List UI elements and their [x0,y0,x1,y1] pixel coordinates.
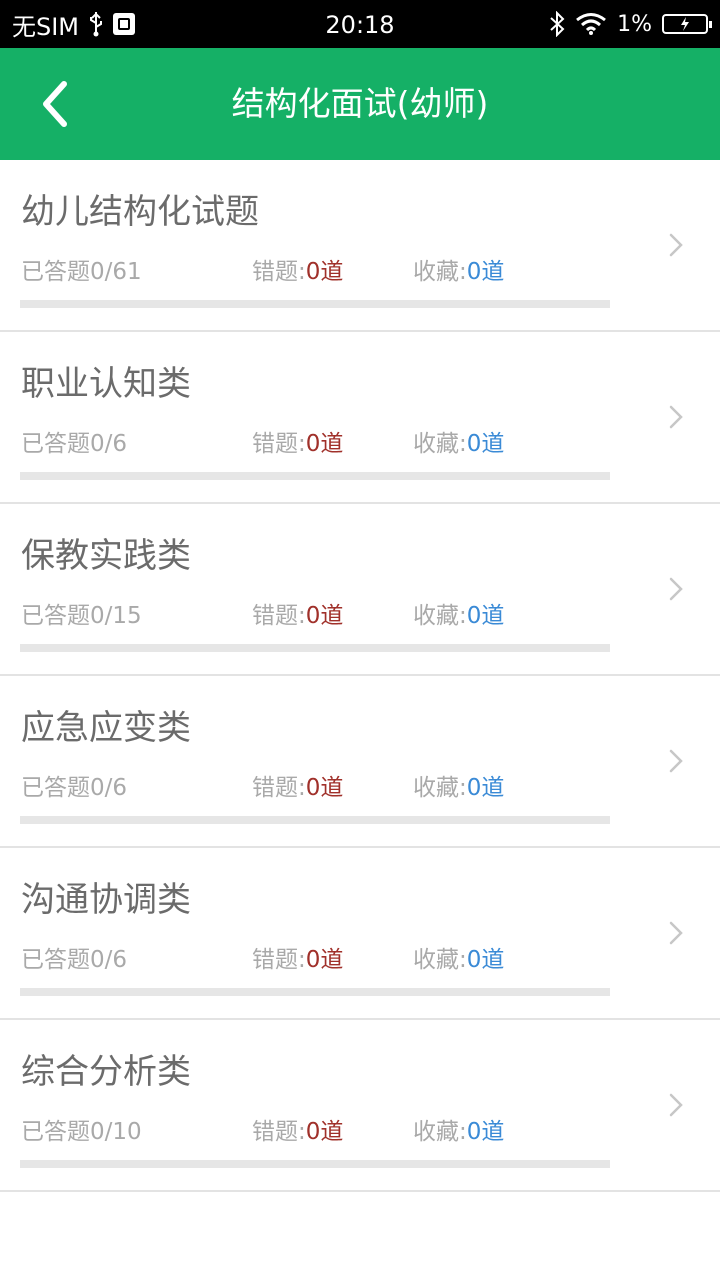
answered-count: 已答题0/6 [21,431,128,457]
item-stats: 已答题0/6 错题:0道 收藏:0道 [21,768,621,801]
chevron-right-icon [669,921,683,945]
progress-bar [20,816,610,824]
category-list: 幼儿结构化试题 已答题0/61 错题:0道 收藏:0道 职业认知类 已答题0/6… [0,160,720,1192]
chevron-right-icon [669,233,683,257]
progress-bar [20,1160,610,1168]
status-right: 1% [549,0,712,48]
answered-count: 已答题0/6 [21,947,128,973]
progress-bar [20,644,610,652]
item-stats: 已答题0/61 错题:0道 收藏:0道 [21,252,621,285]
answered-count: 已答题0/10 [21,1119,142,1145]
wrong-count: 错题:0道 [252,947,344,973]
list-item[interactable]: 职业认知类 已答题0/6 错题:0道 收藏:0道 [0,332,720,504]
list-item[interactable]: 保教实践类 已答题0/15 错题:0道 收藏:0道 [0,504,720,676]
status-bar: 无SIM 20:18 1% [0,0,720,48]
wrong-count: 错题:0道 [252,431,344,457]
item-title: 沟通协调类 [21,880,191,920]
chevron-right-icon [669,405,683,429]
item-stats: 已答题0/10 错题:0道 收藏:0道 [21,1112,621,1145]
item-title: 保教实践类 [21,536,191,576]
progress-bar [20,300,610,308]
item-title: 应急应变类 [21,708,191,748]
chevron-right-icon [669,749,683,773]
item-title: 综合分析类 [21,1052,191,1092]
item-stats: 已答题0/15 错题:0道 收藏:0道 [21,596,621,629]
wrong-count: 错题:0道 [252,259,344,285]
battery-percent: 1% [617,11,652,37]
favorite-count: 收藏:0道 [413,947,505,973]
progress-bar [20,472,610,480]
wrong-count: 错题:0道 [252,1119,344,1145]
list-item[interactable]: 综合分析类 已答题0/10 错题:0道 收藏:0道 [0,1020,720,1192]
favorite-count: 收藏:0道 [413,1119,505,1145]
favorite-count: 收藏:0道 [413,431,505,457]
item-stats: 已答题0/6 错题:0道 收藏:0道 [21,424,621,457]
progress-bar [20,988,610,996]
page-title: 结构化面试(幼师) [231,84,489,123]
list-item[interactable]: 应急应变类 已答题0/6 错题:0道 收藏:0道 [0,676,720,848]
list-item[interactable]: 沟通协调类 已答题0/6 错题:0道 收藏:0道 [0,848,720,1020]
answered-count: 已答题0/6 [21,775,128,801]
item-stats: 已答题0/6 错题:0道 收藏:0道 [21,940,621,973]
item-title: 幼儿结构化试题 [21,192,259,232]
answered-count: 已答题0/61 [21,259,142,285]
item-title: 职业认知类 [21,364,191,404]
bluetooth-icon [550,11,565,37]
wrong-count: 错题:0道 [252,775,344,801]
list-item[interactable]: 幼儿结构化试题 已答题0/61 错题:0道 收藏:0道 [0,160,720,332]
battery-icon [662,14,712,34]
answered-count: 已答题0/15 [21,603,142,629]
wrong-count: 错题:0道 [252,603,344,629]
wifi-icon [576,13,607,35]
favorite-count: 收藏:0道 [413,259,505,285]
header-bar: 结构化面试(幼师) [0,48,720,160]
charging-icon [681,17,689,31]
favorite-count: 收藏:0道 [413,775,505,801]
favorite-count: 收藏:0道 [413,603,505,629]
chevron-right-icon [669,1093,683,1117]
chevron-right-icon [669,577,683,601]
